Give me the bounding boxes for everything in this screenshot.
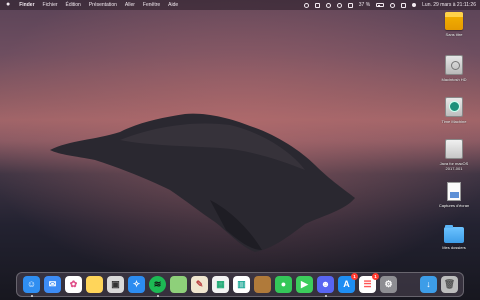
dock: ☺ ✉ ✿ ▣ ✧ ≋ ✎ ▦ ▥ ● ▶ ☻ A1 ☰ 1 ⚙ ↓ 🗑 (16, 272, 464, 297)
document-icon (447, 182, 461, 201)
spotify-icon[interactable]: ≋ (149, 276, 166, 293)
menu-presentation[interactable]: Présentation (89, 0, 117, 10)
desktop-item-macintosh-hd[interactable]: Macintosh HD (432, 55, 476, 82)
desktop-item-mes-dossiers[interactable]: Mes dossiers (432, 224, 476, 250)
system-preferences-icon[interactable]: ⚙ (380, 276, 397, 293)
discord-icon[interactable]: ☻ (317, 276, 334, 293)
maps-icon[interactable] (170, 276, 187, 293)
wifi-icon[interactable] (325, 2, 331, 8)
running-indicator (324, 294, 327, 297)
screenshot-icon[interactable]: ▣ (107, 276, 124, 293)
notebook-icon[interactable] (254, 276, 271, 293)
menu-fenetre[interactable]: Fenêtre (143, 0, 160, 10)
external-drive-icon (445, 12, 463, 30)
desktop-item-label: Time Machine (441, 119, 467, 124)
safari-icon[interactable]: ✧ (128, 276, 145, 293)
screen-icon[interactable] (314, 2, 320, 8)
mail-icon[interactable]: ✉ (44, 276, 61, 293)
desktop-item-label: Sans titre (445, 32, 463, 37)
messages-icon[interactable]: ● (275, 276, 292, 293)
textedit-icon[interactable]: ✎ (191, 276, 208, 293)
apple-icon[interactable]: ● (6, 0, 10, 10)
menu-app-finder[interactable]: Finder (19, 0, 34, 10)
desktop-item-label: Java for macOS 2017-001 (440, 161, 469, 171)
battery-percent: 37 % (358, 2, 371, 8)
reminders-icon[interactable]: ☰ 1 (359, 273, 379, 293)
disk-image-icon (445, 139, 463, 159)
menu-edition[interactable]: Édition (66, 0, 81, 10)
reminders-badge: 1 (372, 273, 379, 280)
menu-clock[interactable]: Lun. 29 mars à 21:11:26 (422, 0, 476, 10)
desktop-item-label-line2: 2017-001 (445, 166, 463, 171)
time-machine-icon (445, 97, 463, 117)
facetime-icon[interactable]: ▶ (296, 276, 313, 293)
menu-aide[interactable]: Aide (168, 0, 178, 10)
control-center-icon[interactable] (401, 2, 407, 8)
menu-aller[interactable]: Aller (125, 0, 135, 10)
desktop-item-time-machine[interactable]: Time Machine (432, 97, 476, 124)
numbers-icon[interactable]: ▥ (233, 276, 250, 293)
desktop[interactable]: ● Finder Fichier Édition Présentation Al… (0, 0, 480, 300)
menu-bar: ● Finder Fichier Édition Présentation Al… (0, 0, 480, 10)
desktop-item-label: Macintosh HD (441, 77, 467, 82)
headphones-icon[interactable] (336, 2, 342, 8)
trash-icon[interactable]: 🗑 (441, 276, 458, 293)
downloads-folder-icon[interactable]: ↓ (420, 276, 437, 293)
photos-icon[interactable]: ✿ (65, 276, 82, 293)
desktop-item-captures[interactable]: Captures d'écran (432, 182, 476, 208)
folder-icon (444, 225, 464, 243)
app-store-icon[interactable]: A1 (338, 273, 358, 293)
sound-icon[interactable] (347, 2, 353, 8)
grid-app-icon[interactable]: ▦ (212, 276, 229, 293)
desktop-item-label: Mes dossiers (442, 245, 466, 250)
desktop-item-sans-titre[interactable]: Sans titre (432, 12, 476, 37)
finder-icon[interactable]: ☺ (23, 276, 40, 293)
menu-fichier[interactable]: Fichier (43, 0, 58, 10)
running-indicator (30, 294, 33, 297)
search-icon[interactable] (390, 2, 396, 8)
running-indicator (156, 294, 159, 297)
desktop-item-java-for-macos[interactable]: Java for macOS 2017-001 (432, 139, 476, 171)
desktop-item-label: Captures d'écran (438, 203, 470, 208)
siri-icon[interactable] (412, 3, 417, 7)
hard-drive-icon (445, 55, 463, 75)
app-store-badge: 1 (351, 273, 358, 280)
moon-icon[interactable] (303, 2, 309, 8)
wallpaper-catalina-island (0, 0, 480, 300)
notes-icon[interactable] (86, 276, 103, 293)
battery-icon[interactable] (376, 3, 385, 7)
